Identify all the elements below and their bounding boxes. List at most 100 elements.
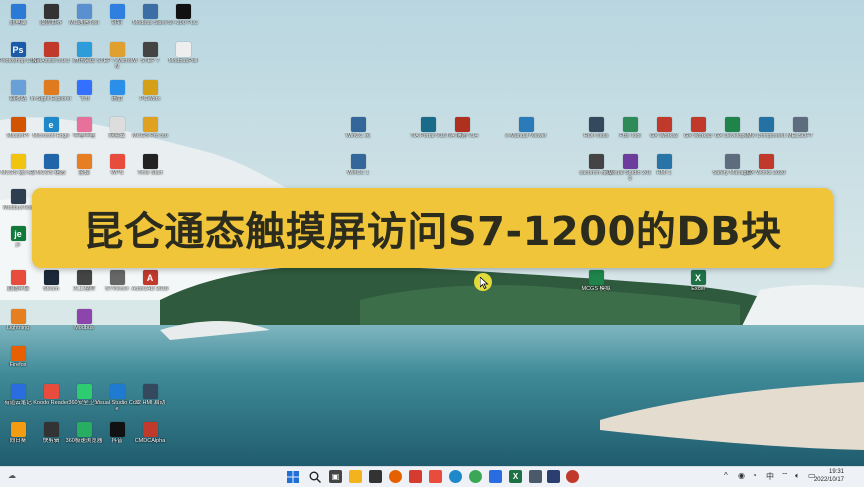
desktop-icon[interactable]: 回收站 — [0, 80, 36, 110]
app-icon — [109, 80, 125, 95]
tray-ime-icon[interactable]: 中 — [766, 471, 774, 482]
start-button[interactable] — [287, 471, 299, 483]
desktop-icon[interactable]: WPS — [99, 154, 135, 184]
desktop-icon[interactable]: Safety Manager — [713, 154, 751, 184]
desktop-icon[interactable]: In-Sight Explorer — [31, 80, 71, 110]
desktop-icon[interactable]: GX Developer — [714, 117, 750, 147]
desktop-icon[interactable]: MasterPr — [0, 117, 36, 147]
desktop-icon[interactable]: GX Works3 — [680, 117, 716, 147]
tray-chevron-icon[interactable]: ^ — [724, 471, 728, 480]
desktop-icon[interactable]: ModbusTest — [0, 189, 36, 219]
desktop-icon[interactable]: MELSOFT — [782, 117, 818, 147]
desktop-icon[interactable]: e-Manual Viewer — [505, 117, 547, 147]
desktop-icon[interactable]: 迅雷 — [99, 80, 135, 110]
desktop-icon[interactable]: Visual Studio Code — [95, 384, 139, 414]
app-icon-blue[interactable] — [489, 470, 502, 483]
task-view-icon[interactable]: ▣ — [329, 470, 342, 483]
app-icon — [10, 80, 26, 95]
volume-icon[interactable]: 🔈︎ — [795, 471, 800, 481]
desktop-icon-label: TIA 博途 V14 — [445, 133, 479, 139]
desktop-icon[interactable]: PCWorx — [132, 80, 168, 110]
desktop-icon[interactable]: MC通信Tool — [66, 4, 102, 34]
desktop-icon[interactable]: Modbus Slave — [132, 4, 168, 34]
desktop-icon[interactable]: STViewer — [99, 270, 135, 300]
firefox-icon[interactable] — [389, 470, 402, 483]
excel-icon[interactable]: X — [509, 470, 522, 483]
app-icon — [588, 154, 604, 169]
desktop-icon[interactable]: ModbusPoll — [165, 42, 201, 72]
chrome-icon[interactable] — [469, 470, 482, 483]
app-icon-slate[interactable] — [529, 470, 542, 483]
desktop-icon-label: MELSOFT — [787, 133, 813, 139]
desktop-icon[interactable]: STEP 7 — [132, 42, 168, 72]
weather-icon[interactable]: ☁ — [8, 471, 16, 480]
tray-app-icon[interactable]: ◉ — [738, 471, 745, 480]
desktop-icon-label: Firefox — [9, 362, 27, 368]
edge-icon[interactable] — [449, 470, 462, 483]
desktop-icon-label: MCGS Pro 5.0 — [132, 133, 168, 139]
app-icon-dark[interactable] — [369, 470, 382, 483]
desktop-icon[interactable]: 魔兽世界 — [33, 4, 69, 34]
desktop-icon[interactable]: GX Works 2020 — [747, 154, 785, 184]
desktop-icon[interactable]: 360极速浏览器 — [66, 422, 102, 452]
desktop-icon[interactable]: MCGS Pro 5.0 — [132, 117, 168, 147]
wifi-icon[interactable]: ⌔ — [781, 471, 789, 481]
desktop-icon[interactable]: MCGS 嵌入版 — [0, 154, 36, 184]
wps-icon[interactable] — [409, 470, 422, 483]
desktop-icon[interactable]: 快剪辑 — [33, 422, 69, 452]
app-icon — [622, 117, 638, 132]
desktop-icon[interactable]: 抖音 — [99, 422, 135, 452]
desktop-icon[interactable]: 有道云笔记 — [0, 384, 36, 414]
desktop-icon[interactable]: WinCC 灵 — [340, 117, 376, 147]
wps-pdf-icon[interactable] — [429, 470, 442, 483]
desktop-icon[interactable]: 大工程师 — [66, 270, 102, 300]
desktop-icon[interactable]: Firefox — [0, 346, 36, 376]
desktop-icon[interactable]: Koodo Reader — [33, 384, 69, 414]
desktop-icon[interactable]: 直播伴侣 — [0, 270, 36, 300]
app-icon — [175, 4, 191, 19]
desktop-icon[interactable]: 网易云 — [99, 117, 135, 147]
desktop-icon[interactable]: 金蝶 — [66, 154, 102, 184]
desktop-icon[interactable]: Lightning — [0, 309, 36, 339]
desktop-icon[interactable]: MX Component — [747, 117, 785, 147]
desktop-icon[interactable]: 飞书 — [66, 80, 102, 110]
desktop-icon[interactable]: 向日葵 — [0, 422, 36, 452]
desktop-icon[interactable]: FBs Tool — [612, 117, 648, 147]
system-clock[interactable]: 19:31 2022/10/17 — [814, 468, 844, 484]
desktop-icon[interactable]: NetAssist 5.0.3 — [33, 42, 70, 72]
desktop-icon[interactable]: S7-200 PLC — [165, 4, 201, 34]
desktop-icon[interactable]: Steam — [33, 270, 69, 300]
desktop-icon[interactable]: ROI-Tools — [578, 117, 614, 147]
desktop-icon[interactable]: Ps Photoshop CS6 — [0, 42, 37, 72]
desktop-icon[interactable]: MCGS 组态 — [33, 154, 69, 184]
search-icon[interactable] — [309, 471, 321, 483]
desktop-icon[interactable]: HMI 1 — [646, 154, 682, 184]
desktop-icon[interactable]: STEP 7-MicroWIN — [97, 42, 137, 72]
desktop-icon[interactable]: GX Works2 — [646, 117, 682, 147]
app-icon — [792, 117, 808, 132]
desktop-icon[interactable]: TIA 博途 V14 — [444, 117, 480, 147]
desktop-icon-label: GX Works 2020 — [746, 170, 786, 176]
desktop-icon[interactable]: 钉钉 — [99, 4, 135, 34]
tray-app-icon-2[interactable]: ◔ — [752, 471, 757, 480]
desktop-icon[interactable]: je je — [0, 226, 36, 256]
desktop-icon[interactable]: Visual Studio 2019 — [609, 154, 651, 184]
desktop-icon-label: S7-200 PLC — [168, 20, 198, 26]
desktop-icon[interactable]: e Microsoft Edge — [33, 117, 69, 147]
desktop-icon[interactable]: 哔哩哔哩 — [66, 117, 102, 147]
desktop-icon[interactable]: 32 HMI 启动 — [132, 384, 168, 414]
desktop-icon[interactable]: X Excel — [680, 270, 716, 300]
title-banner: 昆仑通态触摸屏访问S7-1200的DB块 — [32, 188, 833, 268]
desktop-icon[interactable]: Time Start — [132, 154, 168, 184]
desktop-icon[interactable]: A AutoCAD 2016 — [132, 270, 168, 300]
app-icon-navy[interactable] — [547, 470, 560, 483]
desktop-icon[interactable]: Modbus — [66, 309, 102, 339]
desktop-icon[interactable]: MCGS 模拟 — [578, 270, 614, 300]
file-explorer-icon[interactable] — [349, 470, 362, 483]
desktop-icon[interactable]: TIA Portal V16 — [410, 117, 446, 147]
desktop-icon[interactable]: 此电脑 — [0, 4, 36, 34]
desktop-icon[interactable]: WinCC 1 — [340, 154, 376, 184]
record-icon[interactable] — [566, 470, 579, 483]
app-icon — [43, 80, 59, 95]
desktop-icon[interactable]: CMDCAlpha — [132, 422, 168, 452]
